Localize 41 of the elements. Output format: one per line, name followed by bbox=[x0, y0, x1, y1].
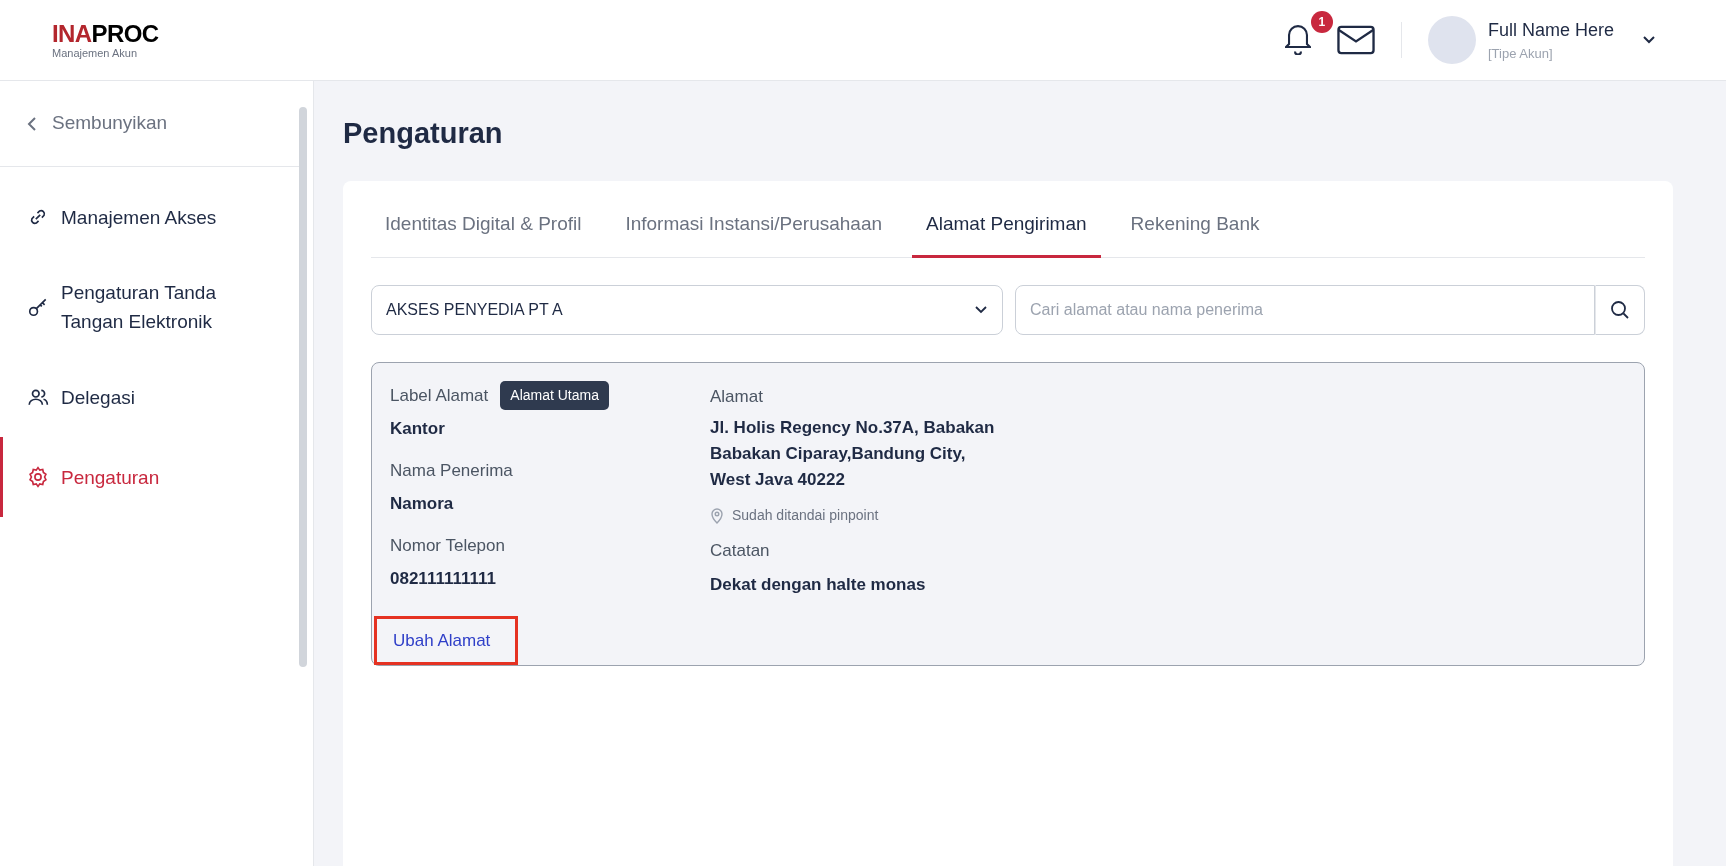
chevron-down-icon[interactable] bbox=[1642, 35, 1656, 45]
key-icon bbox=[27, 296, 49, 318]
user-name: Full Name Here bbox=[1487, 18, 1614, 42]
recipient-value: Namora bbox=[390, 493, 455, 516]
avatar bbox=[1427, 16, 1476, 64]
sidebar-item[interactable]: Pengaturan Tanda Tangan Elektronik bbox=[0, 257, 300, 357]
notification-badge: 1 bbox=[1310, 11, 1333, 33]
field-label: Nama Penerima bbox=[390, 459, 514, 482]
main-address-badge: Alamat Utama bbox=[500, 381, 609, 411]
search-field[interactable]: Cari alamat atau nama penerima bbox=[1015, 285, 1595, 336]
search-button[interactable] bbox=[1595, 285, 1645, 336]
search-icon bbox=[1610, 300, 1630, 321]
logo: INAPROC Manajemen Akun bbox=[52, 21, 159, 59]
tab[interactable]: Alamat Pengiriman bbox=[912, 193, 1101, 259]
address-value: Jl. Holis Regency No.37A, Babakan Babakan Ciparay,Bandung City, West Java 40222 bbox=[710, 417, 996, 492]
page-title: Pengaturan bbox=[343, 116, 504, 151]
tab[interactable]: Rekening Bank bbox=[1116, 193, 1274, 259]
location-pin-icon bbox=[710, 507, 724, 524]
note-value: Dekat dengan halte monas bbox=[710, 573, 927, 596]
tab[interactable]: Informasi Instansi/Perusahaan bbox=[611, 193, 897, 259]
sidebar-item[interactable]: Pengaturan bbox=[0, 437, 300, 517]
settings-icon bbox=[27, 466, 49, 488]
mail-icon[interactable] bbox=[1336, 25, 1375, 55]
scrollbar[interactable] bbox=[299, 107, 307, 667]
access-dropdown[interactable]: AKSES PENYEDIA PT A bbox=[371, 285, 1003, 336]
pinpoint-status: Sudah ditandai pinpoint bbox=[732, 506, 879, 526]
sidebar-item[interactable]: Manajemen Akses bbox=[0, 177, 300, 257]
field-label: Catatan bbox=[710, 540, 771, 563]
chevron-left-icon bbox=[26, 115, 38, 132]
field-label: Alamat bbox=[710, 385, 764, 408]
field-label: Label Alamat bbox=[390, 385, 489, 407]
notification-bell-icon[interactable] bbox=[1284, 25, 1311, 55]
edit-address-link[interactable]: Ubah Alamat bbox=[374, 615, 518, 666]
tab[interactable]: Identitas Digital & Profil bbox=[371, 193, 596, 259]
label-value: Kantor bbox=[390, 418, 446, 441]
account-type: [Tipe Akun] bbox=[1487, 44, 1554, 63]
sidebar-item[interactable]: Delegasi bbox=[0, 357, 300, 437]
collapse-sidebar-button[interactable]: Sembunyikan bbox=[0, 81, 300, 167]
field-label: Nomor Telepon bbox=[390, 534, 506, 557]
phone-value: 082111111111 bbox=[390, 568, 497, 591]
chevron-down-icon bbox=[974, 305, 988, 316]
